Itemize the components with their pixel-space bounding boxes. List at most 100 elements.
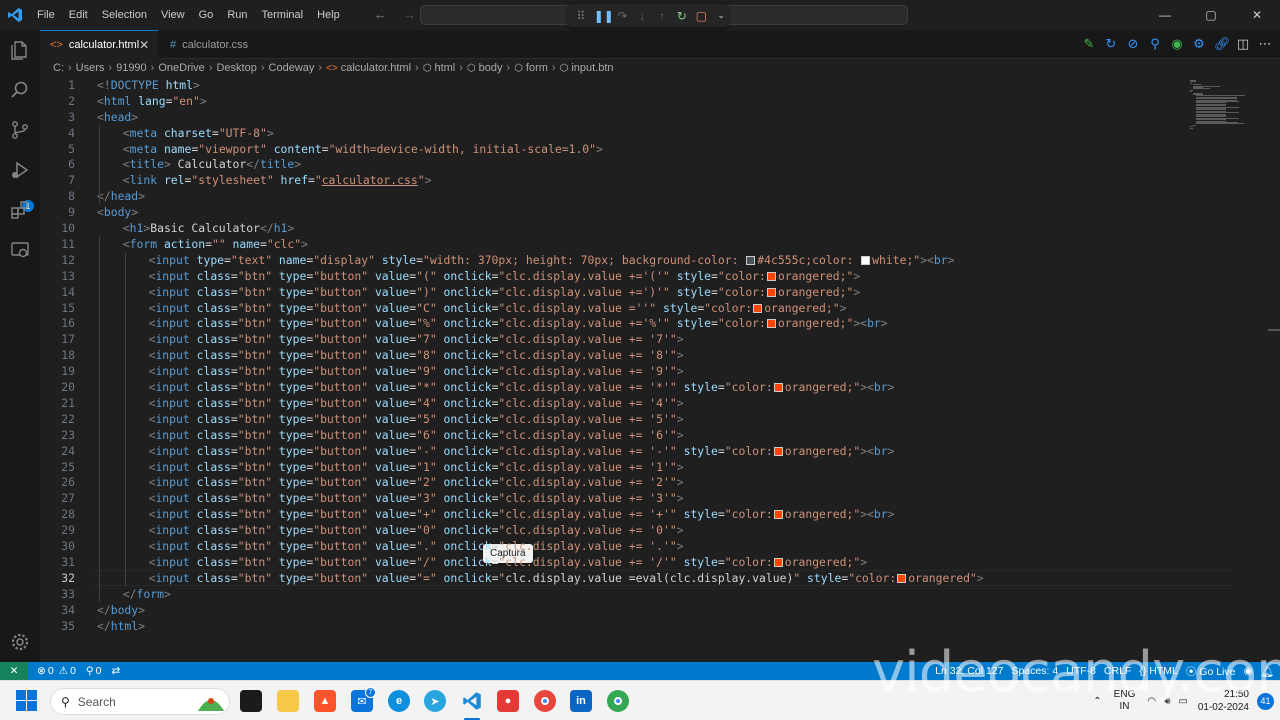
color-swatch[interactable] xyxy=(773,510,783,520)
breadcrumb-item[interactable]: Codeway xyxy=(269,62,315,74)
widgets-icon[interactable] xyxy=(196,687,226,713)
breadcrumb-item[interactable]: 91990 xyxy=(116,62,147,74)
tray-chevron-icon[interactable]: ⌃ xyxy=(1093,696,1101,707)
breadcrumb-item[interactable]: OneDrive xyxy=(158,62,204,74)
color-swatch[interactable] xyxy=(766,271,776,281)
search-icon[interactable] xyxy=(8,78,32,102)
code-text: </body> xyxy=(97,603,145,617)
minimize-button[interactable]: — xyxy=(1142,0,1188,30)
color-swatch[interactable] xyxy=(773,383,783,393)
linkedin-icon[interactable]: in xyxy=(570,690,592,712)
brave-browser-icon[interactable]: ▲ xyxy=(314,690,336,712)
breadcrumb-item[interactable]: calculator.html xyxy=(341,62,411,74)
color-swatch[interactable] xyxy=(861,255,871,265)
code-token: "clc.display.value += '3'" xyxy=(498,491,677,506)
refresh-icon[interactable]: ↻ xyxy=(1104,36,1118,52)
maximize-button[interactable]: ▢ xyxy=(1188,0,1234,30)
screen-recorder-icon[interactable]: ● xyxy=(497,690,519,712)
vscode-taskbar-icon[interactable] xyxy=(461,690,483,712)
live-share-icon[interactable]: ⇄ xyxy=(106,665,125,677)
menu-selection[interactable]: Selection xyxy=(95,9,154,21)
clock[interactable]: 21:50 01-02-2024 xyxy=(1198,688,1249,714)
cursor-position[interactable]: Ln 32, Col 127 xyxy=(935,665,1003,677)
end-of-line[interactable]: CRLF xyxy=(1104,665,1131,677)
file-explorer-icon[interactable] xyxy=(277,690,299,712)
breadcrumb-item[interactable]: body xyxy=(479,62,503,74)
color-swatch[interactable] xyxy=(897,573,907,583)
volume-icon[interactable]: 🔊︎ xyxy=(1164,696,1170,707)
menu-view[interactable]: View xyxy=(154,9,192,21)
source-control-icon[interactable] xyxy=(8,118,32,142)
go-live-button[interactable]: ⦿ Go Live xyxy=(1186,664,1236,679)
breadcrumb-item[interactable]: form xyxy=(526,62,548,74)
menu-file[interactable]: File xyxy=(30,9,62,21)
chevron-down-icon[interactable]: ⌄ xyxy=(714,10,728,21)
telegram-icon[interactable]: ➤ xyxy=(424,690,446,712)
encoding[interactable]: UTF-8 xyxy=(1066,665,1096,677)
extensions-icon[interactable] xyxy=(8,198,32,222)
color-swatch[interactable] xyxy=(746,255,756,265)
link-icon[interactable]: 🔗︎ xyxy=(1214,36,1231,52)
menu-go[interactable]: Go xyxy=(192,9,221,21)
step-over-icon[interactable]: ↷ xyxy=(616,9,630,23)
block-icon[interactable]: ⊘ xyxy=(1126,36,1140,52)
code-token: > xyxy=(853,284,861,299)
windows-start-icon[interactable] xyxy=(16,690,38,712)
code-token: class xyxy=(196,443,231,458)
close-window-button[interactable]: ✕ xyxy=(1234,0,1280,30)
color-swatch[interactable] xyxy=(766,287,776,297)
color-swatch[interactable] xyxy=(773,446,783,456)
menu-edit[interactable]: Edit xyxy=(62,9,95,21)
live-server-icon[interactable]: ✎ xyxy=(1082,36,1096,52)
step-into-icon[interactable]: ↓ xyxy=(635,9,649,23)
notifications-bell-icon[interactable]: 🔔︎ xyxy=(1261,665,1274,678)
settings-icon[interactable]: ⚙ xyxy=(1192,36,1206,52)
color-swatch[interactable] xyxy=(753,303,763,313)
color-swatch[interactable] xyxy=(773,557,783,567)
chrome-profile-icon[interactable] xyxy=(607,690,629,712)
menu-run[interactable]: Run xyxy=(220,9,254,21)
tab-calculator-html[interactable]: <> calculator.html ✕ xyxy=(40,30,158,59)
explorer-icon[interactable] xyxy=(8,38,32,62)
language-indicator[interactable]: ENG IN xyxy=(1114,689,1136,713)
minimap[interactable] xyxy=(1190,77,1268,129)
stop-icon[interactable]: ▢ xyxy=(695,9,709,23)
drag-handle-icon[interactable]: ⠿ xyxy=(574,9,588,23)
menu-help[interactable]: Help xyxy=(310,9,347,21)
notification-badge[interactable]: 41 xyxy=(1257,692,1274,710)
forward-arrow-icon[interactable]: → xyxy=(403,7,416,22)
back-arrow-icon[interactable]: ← xyxy=(374,7,387,22)
breadcrumb-item[interactable]: html xyxy=(434,62,455,74)
task-view-icon[interactable] xyxy=(240,690,262,712)
restart-icon[interactable]: ↻ xyxy=(675,9,689,23)
breadcrumb-item[interactable]: Desktop xyxy=(216,62,256,74)
ports-status[interactable]: ⚲ 0 xyxy=(81,665,107,677)
remote-explorer-icon[interactable] xyxy=(8,238,32,262)
pause-icon[interactable]: ❚❚ xyxy=(594,9,614,23)
split-editor-icon[interactable]: ◫ xyxy=(1236,36,1250,52)
settings-gear-icon[interactable] xyxy=(8,630,32,654)
indentation[interactable]: Spaces: 4 xyxy=(1011,665,1058,677)
tab-calculator-css[interactable]: # calculator.css xyxy=(160,30,280,59)
language-mode[interactable]: {} HTML xyxy=(1139,665,1178,677)
more-actions-icon[interactable]: ⋯ xyxy=(1258,36,1272,52)
tree-icon[interactable]: ⚲ xyxy=(1148,36,1162,52)
breadcrumb-item[interactable]: Users xyxy=(76,62,105,74)
close-tab-icon[interactable]: ✕ xyxy=(139,38,149,52)
step-out-icon[interactable]: ↑ xyxy=(655,9,669,23)
problems-status[interactable]: ⊗ 0 ⚠ 0 xyxy=(32,665,81,677)
remote-indicator-icon[interactable]: ✕ xyxy=(0,662,28,680)
menu-terminal[interactable]: Terminal xyxy=(255,9,311,21)
copilot-status-icon[interactable]: ◉ xyxy=(1243,665,1252,677)
code-editor[interactable]: Captura 1 <!DOCTYPE html> 2 <html lang="en"… xyxy=(40,77,1280,662)
chrome-icon[interactable] xyxy=(534,690,556,712)
wifi-icon[interactable]: ◠ xyxy=(1147,696,1156,707)
copilot-icon[interactable]: ◉ xyxy=(1170,36,1184,52)
breadcrumb-item[interactable]: C: xyxy=(53,62,64,74)
breadcrumb-item[interactable]: input.btn xyxy=(571,62,613,74)
scrollbar[interactable] xyxy=(1268,329,1280,331)
edge-browser-icon[interactable]: e xyxy=(388,690,410,712)
battery-icon[interactable]: ▭ xyxy=(1178,696,1187,707)
run-debug-icon[interactable] xyxy=(8,158,32,182)
color-swatch[interactable] xyxy=(766,319,776,329)
